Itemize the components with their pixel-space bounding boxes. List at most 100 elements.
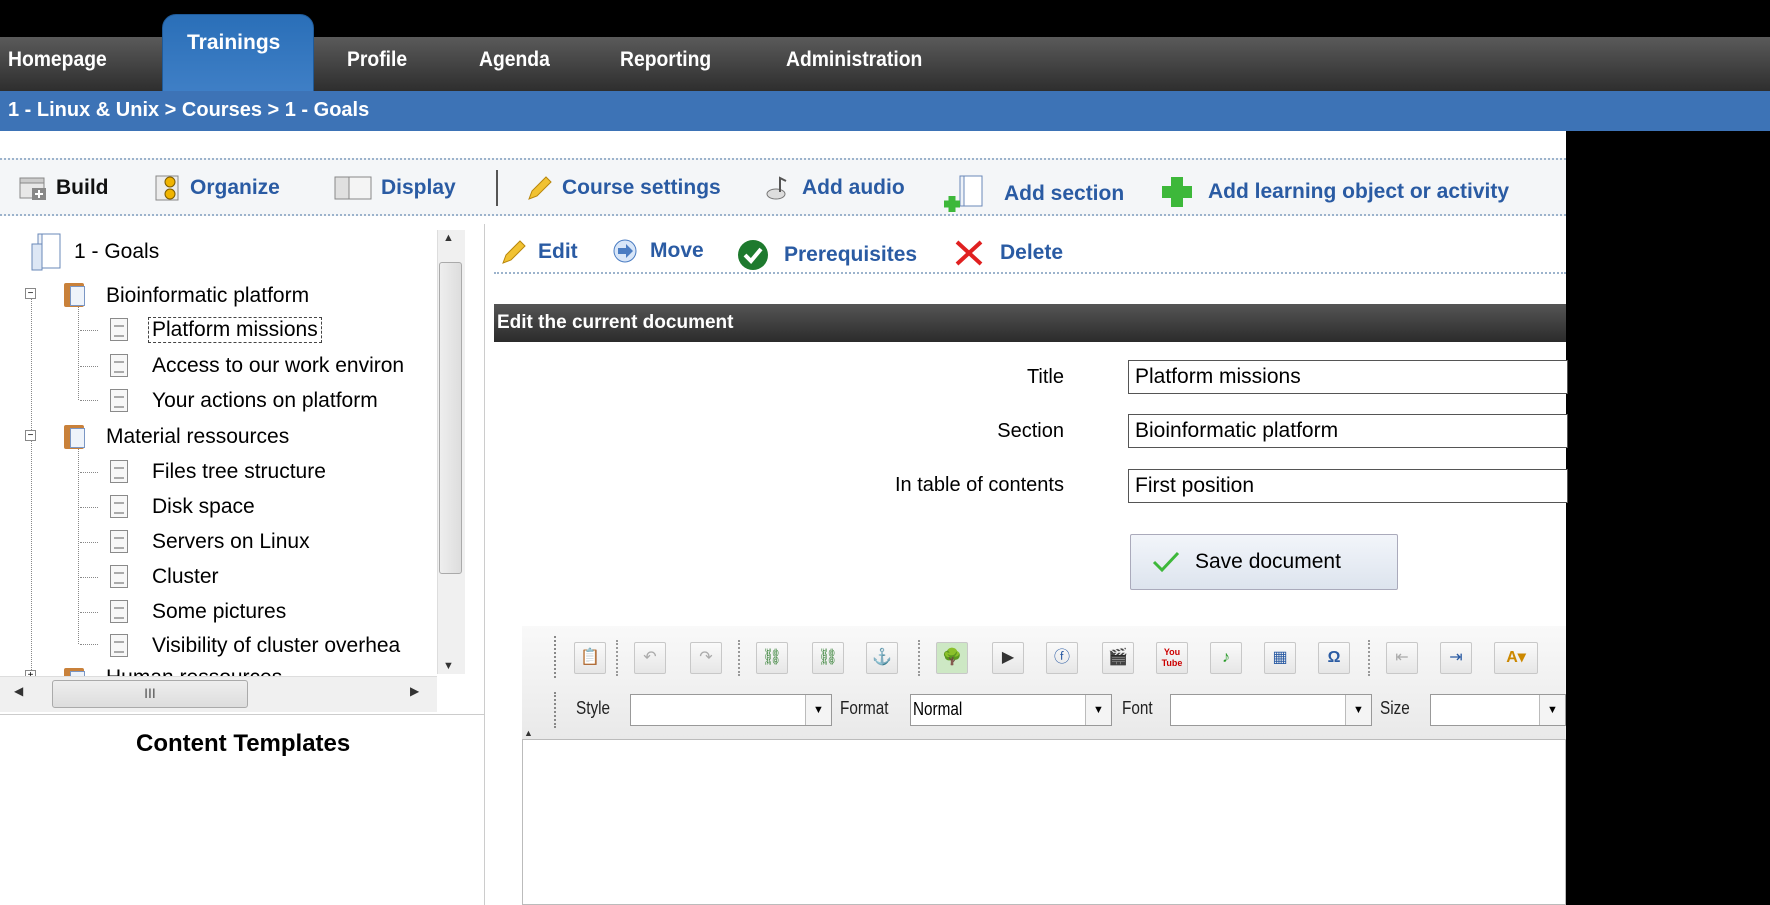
delete-x-icon — [955, 240, 983, 266]
toolbar-separator — [738, 640, 740, 676]
tree-line — [80, 472, 98, 473]
toc-select[interactable]: First position — [1128, 469, 1568, 503]
audio-note-icon[interactable]: ♪ — [1210, 642, 1242, 674]
add-audio-button[interactable]: Add audio — [764, 174, 905, 202]
flash-icon[interactable]: ⓕ — [1046, 642, 1078, 674]
tree-document-item[interactable]: Access to our work environ — [152, 354, 434, 378]
indent-icon[interactable]: ⇥ — [1440, 642, 1472, 674]
add-learning-object-button[interactable]: Add learning object or activity — [1154, 174, 1509, 210]
outdent-icon[interactable]: ⇤ — [1386, 642, 1418, 674]
save-document-button[interactable]: Save document — [1130, 534, 1398, 590]
tree-line — [80, 330, 98, 331]
tree-line — [80, 644, 98, 645]
paste-word-icon[interactable]: 📋 — [574, 642, 606, 674]
image-icon[interactable]: 🌳 — [936, 642, 968, 674]
pencil-icon — [528, 176, 552, 200]
media-icon[interactable]: 🎬 — [1102, 642, 1134, 674]
build-button[interactable]: Build — [18, 174, 109, 202]
toc-label: In table of contents — [894, 474, 1064, 496]
move-label: Move — [650, 239, 704, 262]
format-label: Format — [840, 698, 889, 718]
redo-icon[interactable]: ↷ — [690, 642, 722, 674]
check-circle-icon — [738, 240, 768, 270]
audio-icon — [766, 176, 787, 200]
tree-document-item[interactable]: Your actions on platform — [152, 389, 378, 413]
prerequisites-button[interactable]: Prerequisites — [736, 238, 917, 272]
content-templates-title: Content Templates — [136, 730, 351, 757]
display-icon — [334, 176, 372, 200]
scroll-up-icon[interactable]: ▲ — [443, 232, 454, 244]
tree-root[interactable]: 1 - Goals — [74, 240, 159, 264]
size-label: Size — [1380, 698, 1410, 718]
undo-icon[interactable]: ↶ — [634, 642, 666, 674]
chevron-down-icon: ▼ — [1085, 695, 1111, 725]
special-char-icon[interactable]: Ω — [1318, 642, 1350, 674]
tab-trainings[interactable]: Trainings — [162, 14, 314, 93]
toolbar-separator — [918, 640, 920, 676]
toolbar-divider — [496, 170, 498, 206]
unlink-icon[interactable]: ⛓ — [812, 642, 844, 674]
add-learning-label: Add learning object or activity — [1208, 180, 1510, 203]
size-dropdown[interactable]: ▼ — [1430, 694, 1566, 726]
add-section-label: Add section — [1004, 182, 1125, 205]
table-icon[interactable]: ▦ — [1264, 642, 1296, 674]
save-document-label: Save document — [1195, 550, 1341, 573]
toolbar-grip — [554, 636, 557, 678]
tab-agenda[interactable]: Agenda — [479, 48, 550, 72]
scroll-down-icon[interactable]: ▼ — [443, 660, 454, 672]
section-select[interactable]: Bioinformatic platform — [1128, 414, 1568, 448]
move-button[interactable]: Move — [612, 238, 704, 264]
tree-section-item[interactable]: Material ressources — [106, 425, 289, 449]
collapse-toggle[interactable]: − — [25, 288, 36, 299]
tree-document-item[interactable]: Some pictures — [152, 600, 286, 624]
form-heading: Edit the current document — [494, 304, 1566, 342]
tree-document-item[interactable]: Visibility of cluster overhea — [152, 634, 434, 658]
tree-document-item[interactable]: Cluster — [152, 565, 219, 589]
templates-divider — [0, 714, 484, 715]
tree-section-item[interactable]: Human ressources — [106, 666, 282, 676]
text-color-icon[interactable]: A▾ — [1494, 642, 1538, 674]
document-icon — [110, 530, 128, 553]
collapse-toggle[interactable]: − — [25, 430, 36, 441]
tree-document-item[interactable]: Platform missions — [148, 317, 322, 343]
tab-reporting[interactable]: Reporting — [620, 48, 711, 72]
scroll-left-icon[interactable]: ◀ — [14, 684, 23, 698]
tree-section-item[interactable]: Bioinformatic platform — [106, 284, 309, 308]
font-label: Font — [1122, 698, 1153, 718]
tree-document-item[interactable]: Servers on Linux — [152, 530, 310, 554]
edit-button[interactable]: Edit — [498, 238, 578, 266]
font-dropdown[interactable]: ▼ — [1170, 694, 1372, 726]
youtube-icon[interactable]: You Tube — [1156, 642, 1188, 674]
delete-button[interactable]: Delete — [952, 238, 1063, 268]
add-section-button[interactable]: Add section — [940, 174, 1124, 214]
organize-button[interactable]: Organize — [152, 174, 280, 202]
move-arrow-icon — [613, 239, 637, 263]
style-dropdown[interactable]: ▼ — [630, 694, 832, 726]
section-icon — [64, 425, 85, 449]
breadcrumb: 1 - Linux & Unix > Courses > 1 - Goals — [0, 91, 1770, 131]
tree-line — [80, 577, 98, 578]
add-section-icon — [944, 175, 983, 212]
tree-document-item[interactable]: Files tree structure — [152, 460, 326, 484]
style-label: Style — [576, 698, 611, 718]
title-input[interactable]: Platform missions — [1128, 360, 1568, 394]
scroll-right-icon[interactable]: ▶ — [410, 684, 419, 698]
tab-administration[interactable]: Administration — [786, 48, 922, 72]
edit-label: Edit — [538, 240, 578, 263]
display-button[interactable]: Display — [333, 174, 456, 202]
document-icon — [110, 565, 128, 588]
anchor-icon[interactable]: ⚓ — [866, 642, 898, 674]
tab-profile[interactable]: Profile — [347, 48, 407, 72]
section-icon — [64, 668, 85, 676]
document-icon — [110, 354, 128, 377]
document-icon — [110, 495, 128, 518]
scroll-thumb[interactable] — [439, 262, 462, 574]
collapse-toolbar-icon[interactable]: ▲ — [524, 728, 533, 738]
video-icon[interactable]: ▶ — [992, 642, 1024, 674]
link-icon[interactable]: ⛓ — [756, 642, 788, 674]
tree-document-item[interactable]: Disk space — [152, 495, 255, 519]
course-settings-button[interactable]: Course settings — [524, 174, 721, 202]
format-dropdown[interactable]: Normal ▼ — [910, 694, 1112, 726]
tab-homepage[interactable]: Homepage — [8, 48, 107, 72]
hscroll-thumb[interactable]: III — [52, 680, 248, 708]
